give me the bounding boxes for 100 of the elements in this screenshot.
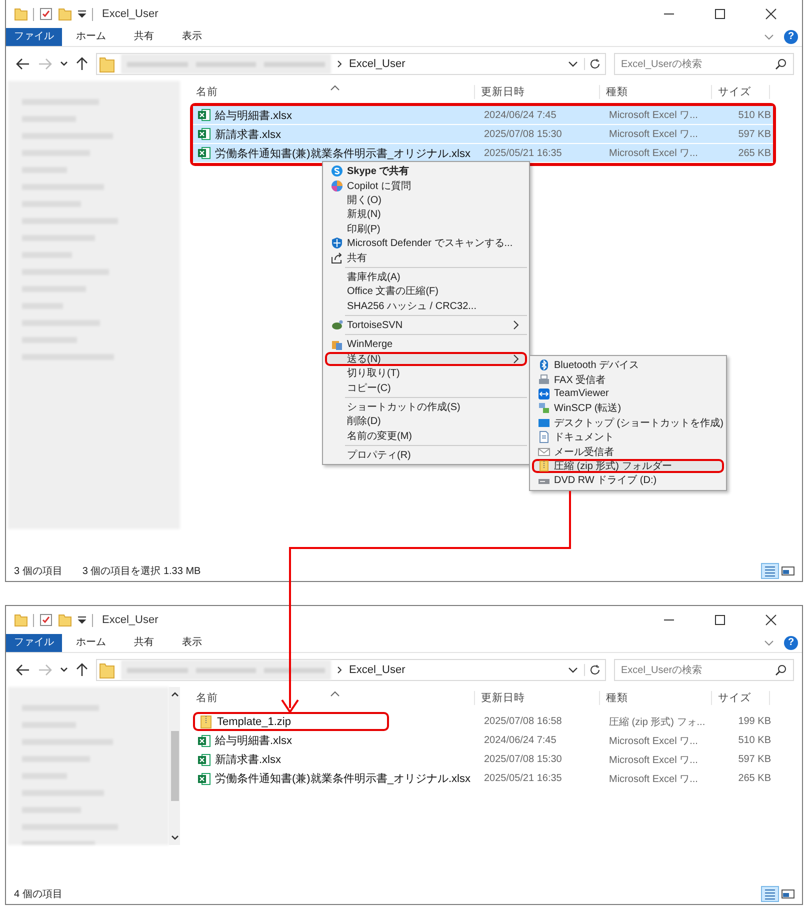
help-button[interactable]: ? (784, 30, 798, 44)
menu-item[interactable]: プロパティ(R) (325, 448, 527, 462)
chevron-right-icon (337, 60, 343, 68)
menu-item[interactable]: 共有 (325, 250, 527, 265)
menu-item[interactable]: Copilot に質問 (325, 178, 527, 193)
menu-item[interactable]: 印刷(P) (325, 222, 527, 236)
checkbox-icon[interactable] (39, 613, 53, 627)
breadcrumb-item[interactable]: Excel_User (349, 58, 406, 70)
share-icon (331, 252, 343, 264)
menu-item[interactable]: TeamViewer (532, 386, 724, 402)
menu-item[interactable]: FAX 受信者 (532, 372, 724, 387)
menu-item[interactable]: WinSCP (転送) (532, 401, 724, 416)
back-arrow-icon[interactable] (16, 58, 30, 70)
menu-item[interactable]: Bluetooth デバイス (532, 358, 724, 372)
menu-item[interactable]: 切り取り(T) (325, 366, 527, 380)
file-name: 給与明細書.xlsx (215, 108, 292, 122)
file-row[interactable]: 新請求書.xlsx 2025/07/08 15:30 Microsoft Excel ワ... 597 KB (193, 750, 773, 769)
address-bar[interactable]: Excel_User (96, 659, 606, 681)
search-icon (775, 58, 787, 70)
column-header[interactable]: サイズ (712, 85, 770, 99)
menu-item[interactable]: 新規(N) (325, 207, 527, 222)
menu-item[interactable]: WinMerge (325, 337, 527, 352)
ribbon-tab[interactable]: ファイル (6, 28, 62, 46)
menu-item[interactable]: 削除(D) (325, 414, 527, 429)
ribbon-tab[interactable]: ホーム (62, 634, 120, 652)
column-header[interactable]: 名前 (190, 85, 475, 99)
details-view-icon[interactable] (762, 887, 778, 901)
chevron-down-icon[interactable] (60, 61, 68, 67)
file-row[interactable]: 労働条件通知書(兼)就業条件明示書_オリジナル.xlsx 2025/05/21 16:35 Microsoft Excel ワ... 265 KB (193, 144, 773, 163)
ribbon-tab[interactable]: 共有 (120, 28, 168, 46)
ribbon-tab[interactable]: 表示 (168, 28, 216, 46)
tiles-view-icon[interactable] (780, 564, 796, 578)
menu-item[interactable]: Microsoft Defender でスキャンする... (325, 236, 527, 250)
refresh-icon[interactable] (584, 664, 601, 676)
column-header[interactable]: 更新日時 (475, 85, 600, 99)
zip-folder-icon (199, 714, 213, 728)
help-button[interactable]: ? (784, 636, 798, 650)
file-size: 510 KB (737, 735, 772, 746)
maximize-icon[interactable] (714, 614, 726, 626)
details-view-icon[interactable] (762, 564, 778, 578)
scroll-down-icon[interactable] (170, 835, 179, 841)
sort-caret-icon (330, 691, 340, 697)
file-row[interactable]: 給与明細書.xlsx 2024/06/24 7:45 Microsoft Excel ワ... 510 KB (193, 106, 773, 125)
file-row[interactable]: Template_1.zip 2025/07/08 16:58 圧縮 (zip 形式) フォ... 199 KB (193, 712, 773, 731)
menu-item[interactable]: 開く(O) (325, 192, 527, 208)
refresh-icon[interactable] (584, 58, 601, 70)
menu-item[interactable]: 書庫作成(A) (325, 270, 527, 284)
checkbox-icon[interactable] (39, 7, 53, 21)
file-row[interactable]: 給与明細書.xlsx 2024/06/24 7:45 Microsoft Excel ワ... 510 KB (193, 731, 773, 750)
menu-item[interactable]: SHA256 ハッシュ / CRC32... (325, 298, 527, 313)
menu-item[interactable]: 名前の変更(M) (325, 428, 527, 444)
search-field[interactable]: Excel_Userの検索 (614, 53, 794, 75)
chevron-down-icon[interactable] (568, 666, 578, 674)
spreadsheet-icon (197, 127, 211, 141)
file-date: 2025/05/21 16:35 (483, 148, 563, 158)
file-date: 2025/07/08 15:30 (483, 754, 563, 765)
address-bar[interactable]: Excel_User (96, 53, 606, 75)
breadcrumb-item[interactable]: Excel_User (349, 664, 406, 676)
ribbon-tab[interactable]: ファイル (6, 634, 62, 652)
file-size: 597 KB (737, 128, 772, 140)
search-field[interactable]: Excel_Userの検索 (614, 659, 794, 681)
column-header[interactable]: 種類 (600, 691, 712, 705)
maximize-icon[interactable] (714, 8, 726, 20)
scrollbar[interactable] (169, 687, 180, 845)
ribbon-tab[interactable]: 表示 (168, 634, 216, 652)
close-icon[interactable] (765, 614, 777, 626)
bluetooth-icon (538, 359, 550, 372)
column-header[interactable]: 名前 (190, 691, 475, 705)
chevron-down-icon[interactable] (568, 60, 578, 68)
menu-item[interactable]: DVD RW ドライブ (D:) (532, 473, 724, 488)
menu-item[interactable]: コピー(C) (325, 380, 527, 395)
scroll-up-icon[interactable] (170, 691, 179, 697)
file-size: 265 KB (737, 148, 772, 158)
close-icon[interactable] (765, 8, 777, 20)
printer-icon (538, 374, 550, 386)
ribbon-tab[interactable]: 共有 (120, 634, 168, 652)
menu-item[interactable]: 圧縮 (zip 形式) フォルダー (532, 458, 724, 474)
up-arrow-icon[interactable] (76, 57, 88, 71)
menu-item[interactable]: メール受信者 (532, 444, 724, 459)
menu-item[interactable]: ショートカットの作成(S) (325, 400, 527, 414)
file-row[interactable]: 新請求書.xlsx 2025/07/08 15:30 Microsoft Excel ワ... 597 KB (193, 125, 773, 144)
file-date: 2025/07/08 16:58 (483, 716, 563, 727)
tiles-view-icon[interactable] (780, 887, 796, 901)
column-header[interactable]: 更新日時 (475, 691, 600, 705)
status-text: 4 個の項目 (14, 888, 62, 901)
menu-item[interactable]: Office 文書の圧縮(F) (325, 284, 527, 299)
menu-item[interactable]: 送る(N) (325, 352, 527, 366)
shield-icon (331, 237, 343, 250)
file-type: Microsoft Excel ワ... (608, 772, 699, 786)
chevron-down-icon[interactable] (60, 667, 68, 673)
menu-item[interactable]: TortoiseSVN (325, 318, 527, 332)
up-arrow-icon[interactable] (76, 663, 88, 677)
column-header[interactable]: 種類 (600, 85, 712, 99)
menu-item[interactable]: Skype で共有 (325, 164, 527, 178)
menu-item[interactable]: ドキュメント (532, 430, 724, 444)
file-row[interactable]: 労働条件通知書(兼)就業条件明示書_オリジナル.xlsx 2025/05/21 16:35 Microsoft Excel ワ... 265 KB (193, 769, 773, 788)
column-header[interactable]: サイズ (712, 691, 770, 705)
ribbon-tab[interactable]: ホーム (62, 28, 120, 46)
menu-item[interactable]: デスクトップ (ショートカットを作成) (532, 416, 724, 430)
back-arrow-icon[interactable] (16, 664, 30, 676)
